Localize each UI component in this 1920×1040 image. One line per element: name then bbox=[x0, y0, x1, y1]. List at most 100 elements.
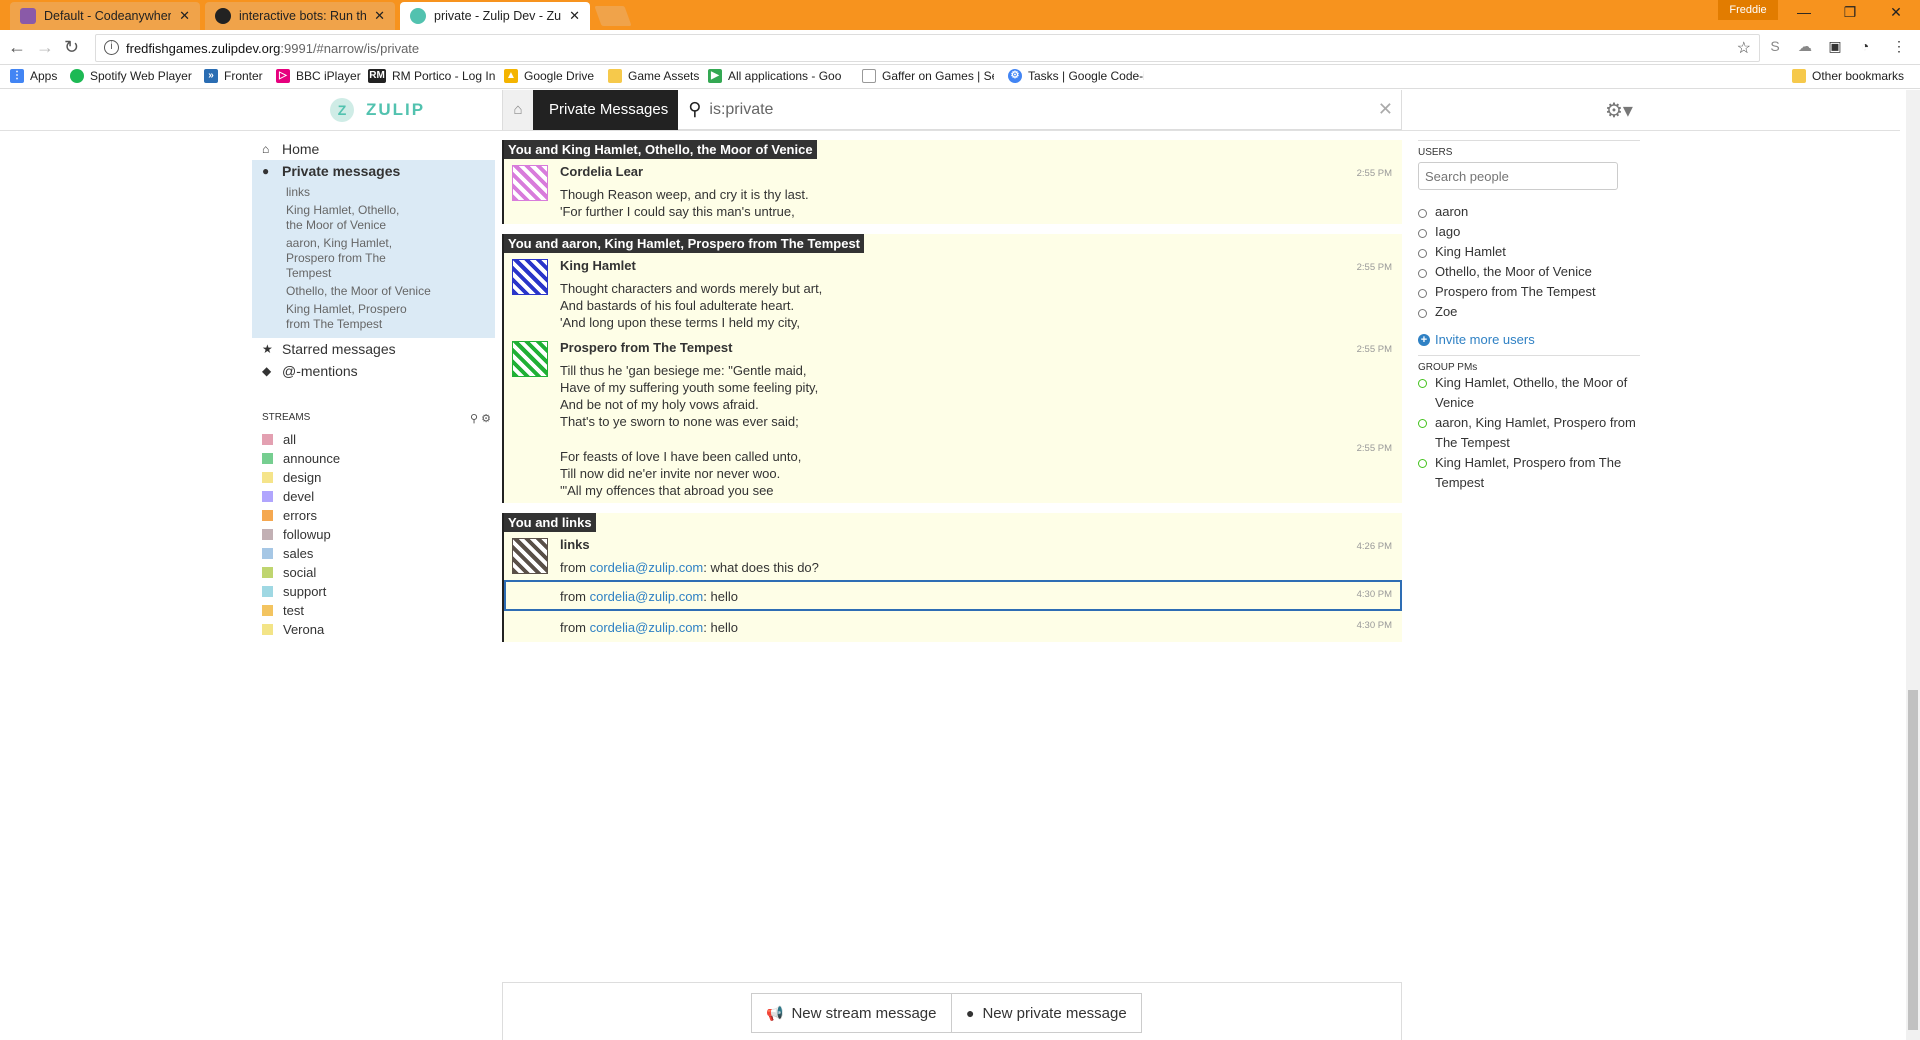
message-time[interactable]: 2:55 PM bbox=[1357, 440, 1392, 457]
close-icon[interactable]: ✕ bbox=[179, 8, 190, 24]
invite-users-link[interactable]: + Invite more users bbox=[1418, 332, 1640, 347]
avatar[interactable] bbox=[512, 538, 548, 574]
stream-item[interactable]: all bbox=[252, 430, 495, 449]
bookmark-bbc-iplayer[interactable]: ▷ BBC iPlayer bbox=[276, 69, 361, 83]
email-link[interactable]: cordelia@zulip.com bbox=[590, 589, 704, 604]
address-bar[interactable]: i fredfishgames.zulipdev.org:9991/#narro… bbox=[95, 34, 1760, 62]
bookmark-all-applications[interactable]: ▶ All applications - Goo bbox=[708, 69, 846, 83]
pm-conversation-item[interactable]: aaron, King Hamlet, Prospero from The Te… bbox=[252, 236, 427, 281]
speed-extension-icon[interactable]: ◔ bbox=[1856, 38, 1874, 56]
cloud-extension-icon[interactable]: ☁ bbox=[1796, 38, 1814, 56]
email-link[interactable]: cordelia@zulip.com bbox=[590, 620, 704, 635]
avatar[interactable] bbox=[512, 165, 548, 201]
message-time[interactable]: 2:55 PM bbox=[1357, 259, 1392, 276]
user-item[interactable]: Prospero from The Tempest bbox=[1418, 284, 1640, 304]
info-icon[interactable]: i bbox=[104, 40, 119, 55]
bookmark-game-assets[interactable]: Game Assets bbox=[608, 69, 699, 83]
message-row[interactable]: Cordelia Lear 2:55 PM Though Reason weep, … bbox=[504, 159, 1402, 224]
message-row[interactable]: Prospero from The Tempest 2:55 PM Till thu… bbox=[504, 335, 1402, 434]
bookmark-google-drive[interactable]: ▲ Google Drive bbox=[504, 69, 594, 83]
pm-conversation-item[interactable]: King Hamlet, Prospero from The Tempest bbox=[252, 302, 417, 332]
new-stream-message-button[interactable]: 📢 New stream message bbox=[751, 993, 952, 1033]
user-item[interactable]: aaron bbox=[1418, 204, 1640, 224]
forward-icon[interactable]: → bbox=[36, 37, 54, 58]
stream-search-and-settings-icon[interactable]: ⚲ ⚙ bbox=[470, 412, 491, 425]
message-time[interactable]: 4:30 PM bbox=[1357, 586, 1392, 603]
recipient-bar[interactable]: You and King Hamlet, Othello, the Moor o… bbox=[504, 140, 817, 159]
settings-gear-icon[interactable]: ⚙▾ bbox=[1605, 98, 1633, 123]
group-pm-item[interactable]: King Hamlet, Prospero from The Tempest bbox=[1418, 453, 1640, 493]
skype-extension-icon[interactable]: S bbox=[1766, 38, 1784, 56]
message-time[interactable]: 2:55 PM bbox=[1357, 341, 1392, 358]
user-item[interactable]: King Hamlet bbox=[1418, 244, 1640, 264]
message-row[interactable]: 2:55 PM For feasts of love I have been ca… bbox=[504, 434, 1402, 503]
home-icon[interactable]: ⌂ bbox=[503, 89, 533, 130]
breadcrumb[interactable]: Private Messages bbox=[533, 89, 679, 130]
bookmark-tasks[interactable]: ⚙ Tasks | Google Code-i bbox=[1008, 69, 1144, 83]
nav-mentions[interactable]: ◆ @-mentions bbox=[252, 360, 495, 382]
pocket-extension-icon[interactable]: ▣ bbox=[1826, 38, 1844, 56]
recipient-bar[interactable]: You and aaron, King Hamlet, Prospero fro… bbox=[504, 234, 865, 253]
message-row[interactable]: 4:30 PM from cordelia@zulip.com: hello bbox=[504, 611, 1402, 642]
pm-conversation-item[interactable]: links bbox=[252, 185, 495, 200]
stream-item[interactable]: followup bbox=[252, 525, 495, 544]
stream-item[interactable]: errors bbox=[252, 506, 495, 525]
reload-icon[interactable]: ↻ bbox=[64, 37, 79, 58]
message-time[interactable]: 4:26 PM bbox=[1357, 538, 1392, 555]
browser-tab-active[interactable]: private - Zulip Dev - Zuli ✕ bbox=[400, 2, 590, 30]
menu-icon[interactable]: ⋮ bbox=[1890, 38, 1908, 56]
search-people-input[interactable] bbox=[1418, 162, 1618, 190]
message-row[interactable]: 4:30 PM from cordelia@zulip.com: hello bbox=[504, 580, 1402, 611]
back-icon[interactable]: ← bbox=[8, 37, 26, 58]
sender-name[interactable]: Cordelia Lear bbox=[560, 163, 1402, 180]
window-close-icon[interactable]: ✕ bbox=[1876, 4, 1916, 24]
pm-conversation-item[interactable]: Othello, the Moor of Venice bbox=[252, 284, 495, 299]
message-time[interactable]: 2:55 PM bbox=[1357, 165, 1392, 182]
message-row[interactable]: links 4:26 PM from cordelia@zulip.com: wha… bbox=[504, 532, 1402, 580]
stream-item[interactable]: social bbox=[252, 563, 495, 582]
group-pm-item[interactable]: aaron, King Hamlet, Prospero from The Te… bbox=[1418, 413, 1640, 453]
browser-tab[interactable]: Default - Codeanywhere ✕ bbox=[10, 2, 200, 30]
email-link[interactable]: cordelia@zulip.com bbox=[590, 560, 704, 575]
recipient-bar[interactable]: You and links bbox=[504, 513, 596, 532]
browser-tab[interactable]: interactive bots: Run the ✕ bbox=[205, 2, 395, 30]
restore-icon[interactable]: ❐ bbox=[1830, 4, 1870, 24]
group-pm-item[interactable]: King Hamlet, Othello, the Moor of Venice bbox=[1418, 373, 1640, 413]
bookmark-apps[interactable]: ⋮ Apps bbox=[10, 69, 57, 83]
stream-item[interactable]: test bbox=[252, 601, 495, 620]
bookmark-rm-portico[interactable]: RM RM Portico - Log In bbox=[368, 69, 495, 83]
pm-conversation-item[interactable]: King Hamlet, Othello, the Moor of Venice bbox=[252, 203, 402, 233]
bookmark-gaffer-on-games[interactable]: Gaffer on Games | Ser bbox=[862, 69, 994, 83]
new-tab-button[interactable] bbox=[594, 6, 632, 26]
sender-name[interactable]: links bbox=[560, 536, 1402, 553]
scrollbar-thumb[interactable] bbox=[1908, 690, 1918, 1030]
close-icon[interactable]: ✕ bbox=[569, 8, 580, 24]
nav-starred[interactable]: ★ Starred messages bbox=[252, 338, 495, 360]
minimize-icon[interactable]: — bbox=[1784, 4, 1824, 24]
user-item[interactable]: Iago bbox=[1418, 224, 1640, 244]
stream-item[interactable]: sales bbox=[252, 544, 495, 563]
profile-badge[interactable]: Freddie bbox=[1718, 0, 1778, 20]
new-private-message-button[interactable]: ● New private message bbox=[951, 993, 1142, 1033]
avatar[interactable] bbox=[512, 259, 548, 295]
user-item[interactable]: Othello, the Moor of Venice bbox=[1418, 264, 1640, 284]
sender-name[interactable]: King Hamlet bbox=[560, 257, 1402, 274]
stream-item[interactable]: design bbox=[252, 468, 495, 487]
stream-item[interactable]: Verona bbox=[252, 620, 495, 639]
message-row[interactable]: King Hamlet 2:55 PM Thought characters and… bbox=[504, 253, 1402, 335]
user-item[interactable]: Zoe bbox=[1418, 304, 1640, 324]
stream-item[interactable]: devel bbox=[252, 487, 495, 506]
nav-private-messages[interactable]: ● Private messages bbox=[252, 160, 495, 182]
search-query[interactable]: is:private bbox=[709, 101, 773, 119]
message-time[interactable]: 4:30 PM bbox=[1357, 617, 1392, 634]
stream-item[interactable]: announce bbox=[252, 449, 495, 468]
narrow-search-bar[interactable]: ⌂ Private Messages ⚲ is:private ✕ bbox=[502, 89, 1402, 130]
stream-item[interactable]: support bbox=[252, 582, 495, 601]
page-scrollbar[interactable] bbox=[1906, 90, 1920, 1040]
bookmark-other[interactable]: Other bookmarks bbox=[1792, 69, 1904, 83]
close-icon[interactable]: ✕ bbox=[374, 8, 385, 24]
nav-home[interactable]: ⌂ Home bbox=[252, 138, 495, 160]
search-icon[interactable]: ⚲ bbox=[688, 99, 701, 120]
sender-name[interactable]: Prospero from The Tempest bbox=[560, 339, 1402, 356]
bookmark-star-icon[interactable]: ☆ bbox=[1737, 38, 1751, 58]
